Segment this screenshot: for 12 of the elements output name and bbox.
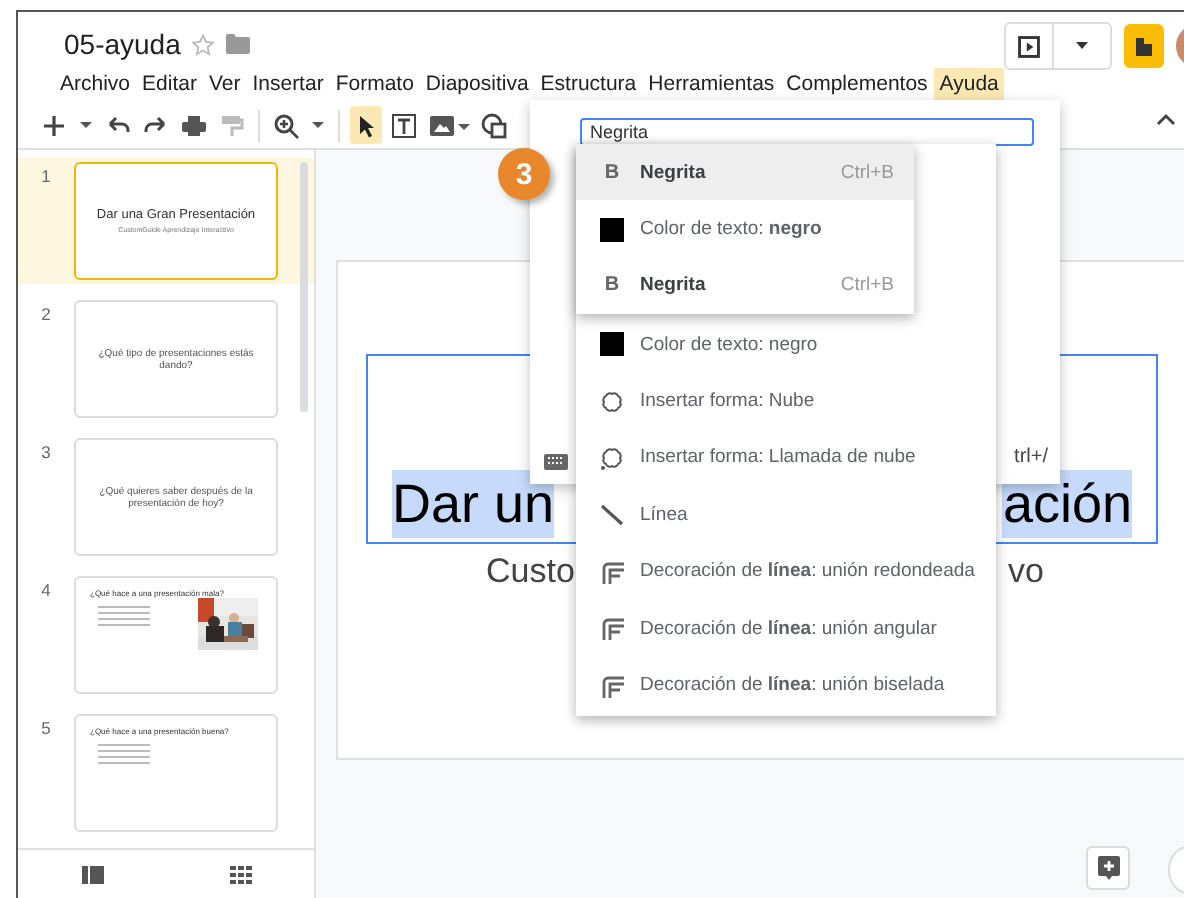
- slide-number: 5: [39, 716, 53, 738]
- bold-icon: B: [600, 161, 624, 184]
- slide-number: 4: [39, 578, 53, 600]
- slide-title: Dar un: [392, 470, 555, 538]
- slide-number: 3: [39, 440, 53, 462]
- shortcut-text: trl+/: [1014, 446, 1048, 468]
- slide-subtitle: Custo: [486, 552, 575, 592]
- slide-number: 2: [39, 302, 53, 324]
- slide-subtitle: vo: [1008, 552, 1044, 592]
- bold-icon: B: [600, 274, 624, 297]
- slide-number: 1: [39, 164, 53, 186]
- slide-title: ación: [1002, 470, 1132, 538]
